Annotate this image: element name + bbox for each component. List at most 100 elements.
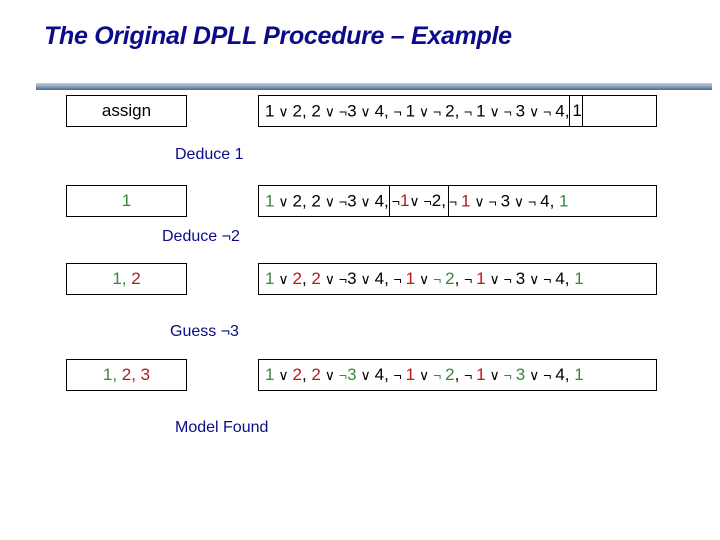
logic-operator: ¬ bbox=[338, 367, 348, 383]
formula-literal: 4, bbox=[374, 101, 394, 120]
formula-literal: , bbox=[454, 269, 465, 288]
formula-literal: 2 bbox=[311, 269, 321, 288]
formula-box-3: 1 ∨ 2, 2 ∨ ¬3 ∨ 4, ¬ 1 ∨ ¬ 2, ¬ 1 ∨ ¬ 3 … bbox=[258, 359, 657, 391]
logic-operator: ∨ bbox=[274, 193, 293, 209]
formula-literal: 1 bbox=[476, 365, 486, 384]
logic-operator: ¬ bbox=[448, 193, 461, 209]
step-label-guess-not-3: Guess ¬3 bbox=[170, 323, 239, 340]
logic-operator: ∨ ¬ bbox=[409, 192, 432, 209]
assignment-literal: 1, bbox=[112, 269, 132, 288]
formula-literal: 3 bbox=[500, 191, 511, 210]
logic-operator: ∨ bbox=[356, 367, 375, 383]
highlighted-clause: ¬ 1 ∨ ¬ 2, bbox=[388, 185, 449, 217]
formula-literal: 4, bbox=[540, 191, 560, 210]
logic-operator: ∨ bbox=[356, 271, 375, 287]
formula-literal: 3 bbox=[515, 269, 526, 288]
assignment-literal: assign bbox=[101, 101, 152, 120]
logic-operator: ∨ ¬ bbox=[415, 103, 446, 119]
formula-literal: 3 bbox=[347, 191, 357, 210]
formula-literal: 4, bbox=[374, 269, 394, 288]
formula-literal: 2 bbox=[292, 365, 302, 384]
logic-operator: ∨ bbox=[415, 271, 434, 287]
logic-operator: ¬ bbox=[393, 367, 406, 383]
formula-literal: 2 bbox=[292, 269, 302, 288]
formula-literal: 2, bbox=[431, 191, 446, 210]
formula-literal: , bbox=[301, 269, 312, 288]
logic-operator: ¬ bbox=[464, 103, 477, 119]
logic-operator: ¬ bbox=[338, 193, 348, 209]
formula-literal: 1 bbox=[405, 269, 416, 288]
model-found-label: Model Found bbox=[175, 419, 269, 436]
logic-operator: ∨ bbox=[274, 103, 293, 119]
formula-literal: 1 bbox=[476, 269, 486, 288]
logic-operator: ∨ ¬ bbox=[485, 103, 516, 119]
formula-literal: 1 bbox=[405, 365, 416, 384]
logic-operator: ∨ bbox=[274, 367, 293, 383]
logic-operator: ∨ ¬ bbox=[510, 193, 541, 209]
formula-literal: 1 bbox=[574, 269, 584, 288]
formula-literal: 1 bbox=[559, 191, 569, 210]
slide-title: The Original DPLL Procedure – Example bbox=[44, 22, 512, 50]
step-label-deduce-1: Deduce 1 bbox=[175, 146, 244, 163]
logic-operator: ∨ bbox=[356, 193, 375, 209]
logic-operator: ∨ ¬ bbox=[525, 103, 556, 119]
formula-literal: 1 bbox=[476, 101, 486, 120]
logic-operator: ∨ bbox=[320, 367, 339, 383]
formula-literal: 2 bbox=[445, 269, 455, 288]
logic-operator: ∨ bbox=[485, 367, 504, 383]
formula-literal: 1 bbox=[399, 191, 410, 210]
formula-literal: 1 bbox=[572, 101, 582, 120]
formula-literal: 3 bbox=[347, 365, 357, 384]
logic-operator: ∨ ¬ bbox=[485, 271, 516, 287]
logic-operator: ∨ bbox=[415, 367, 434, 383]
assignment-literal: 2, 3 bbox=[121, 365, 151, 384]
logic-operator: ¬ bbox=[503, 367, 516, 383]
logic-operator: ¬ bbox=[338, 103, 348, 119]
formula-literal: 4, bbox=[374, 191, 389, 210]
formula-box-0: 1 ∨ 2, 2 ∨ ¬3 ∨ 4, ¬ 1 ∨ ¬ 2, ¬ 1 ∨ ¬ 3 … bbox=[258, 95, 657, 127]
formula-literal: 4, bbox=[374, 365, 394, 384]
formula-literal: 3 bbox=[515, 365, 526, 384]
assignment-box-1: 1 bbox=[66, 185, 187, 217]
logic-operator: ∨ ¬ bbox=[525, 271, 556, 287]
logic-operator: ∨ bbox=[320, 193, 339, 209]
formula-box-2: 1 ∨ 2, 2 ∨ ¬3 ∨ 4, ¬ 1 ∨ ¬ 2, ¬ 1 ∨ ¬ 3 … bbox=[258, 263, 657, 295]
formula-literal: , bbox=[454, 365, 465, 384]
step-label-deduce-not-2: Deduce ¬2 bbox=[162, 228, 240, 245]
formula-literal: 2 bbox=[445, 365, 455, 384]
logic-operator: ∨ bbox=[356, 103, 375, 119]
formula-literal: 3 bbox=[515, 101, 526, 120]
highlighted-clause: 1 bbox=[569, 95, 583, 127]
logic-operator: ¬ bbox=[338, 271, 348, 287]
logic-operator: ∨ bbox=[320, 103, 339, 119]
formula-literal: 3 bbox=[347, 101, 357, 120]
assignment-literal: 1, bbox=[102, 365, 122, 384]
logic-operator: ∨ bbox=[274, 271, 293, 287]
assignment-literal: 2 bbox=[131, 269, 141, 288]
logic-operator: ¬ bbox=[464, 271, 477, 287]
formula-literal: 4, bbox=[555, 101, 570, 120]
formula-literal: , bbox=[301, 365, 312, 384]
formula-literal: 2, 2 bbox=[292, 101, 321, 120]
assignment-literal: 1 bbox=[121, 191, 132, 210]
logic-operator: ¬ bbox=[433, 271, 446, 287]
logic-operator: ¬ bbox=[464, 367, 477, 383]
logic-operator: ∨ ¬ bbox=[470, 193, 501, 209]
logic-operator: ¬ bbox=[391, 193, 400, 209]
assignment-box-3: 1, 2, 3 bbox=[66, 359, 187, 391]
title-divider bbox=[36, 83, 712, 90]
formula-literal: 4, bbox=[555, 269, 575, 288]
formula-literal: 1 bbox=[405, 101, 416, 120]
formula-box-1: 1 ∨ 2, 2 ∨ ¬3 ∨ 4, ¬ 1 ∨ ¬ 2, ¬ 1 ∨ ¬ 3 ∨ … bbox=[258, 185, 657, 217]
formula-literal: 1 bbox=[574, 365, 584, 384]
logic-operator: ∨ ¬ bbox=[525, 367, 556, 383]
logic-operator: ¬ bbox=[433, 367, 446, 383]
assignment-box-2: 1, 2 bbox=[66, 263, 187, 295]
logic-operator: ¬ bbox=[393, 271, 406, 287]
formula-literal: 2, bbox=[445, 101, 465, 120]
formula-literal: 2 bbox=[311, 365, 321, 384]
formula-literal: 4, bbox=[555, 365, 575, 384]
formula-literal: 2, 2 bbox=[292, 191, 321, 210]
logic-operator: ¬ bbox=[393, 103, 406, 119]
logic-operator: ∨ bbox=[320, 271, 339, 287]
